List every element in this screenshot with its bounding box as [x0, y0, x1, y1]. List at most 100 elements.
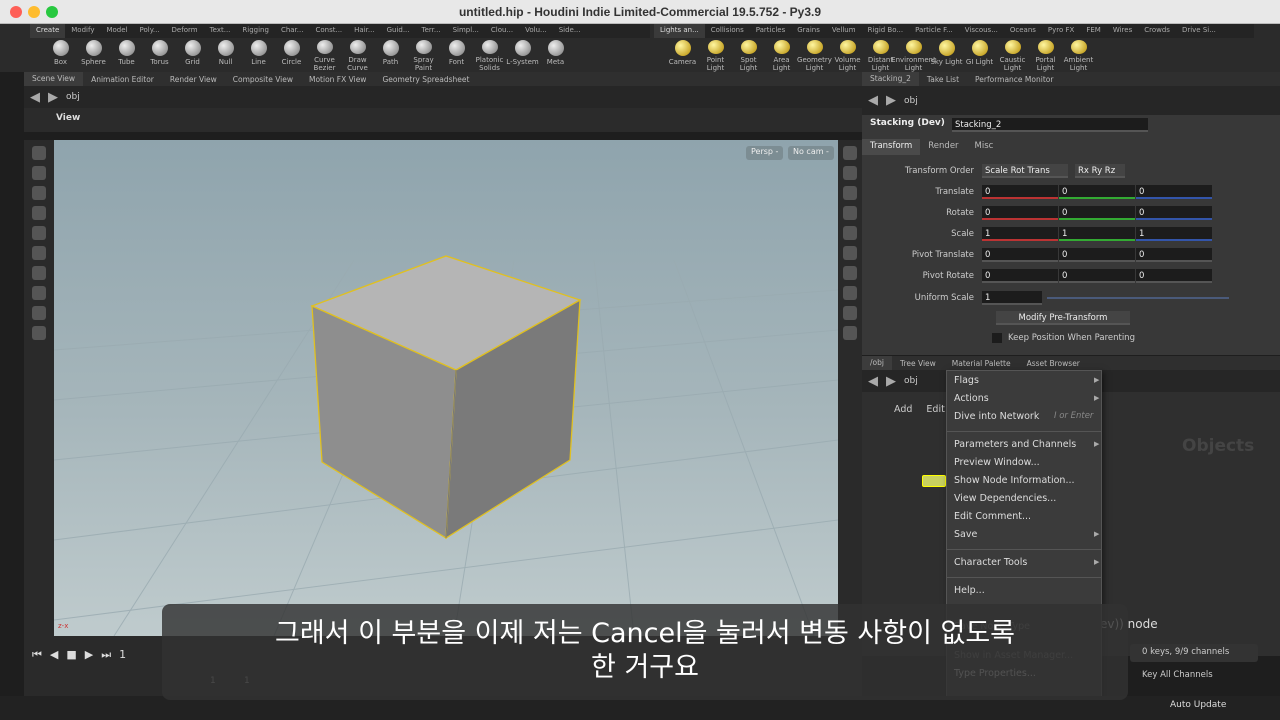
- param-field[interactable]: 0: [1136, 248, 1212, 262]
- shelf-tab-5[interactable]: Text...: [204, 24, 237, 38]
- param-field[interactable]: 1: [982, 227, 1058, 241]
- param-subtab-2[interactable]: Misc: [967, 139, 1002, 155]
- shelf-tab-right-3[interactable]: Grains: [791, 24, 826, 38]
- param-field[interactable]: 0: [1136, 269, 1212, 283]
- back-arrow-icon[interactable]: ◀: [868, 374, 878, 389]
- menu-item-3[interactable]: Parameters and Channels ▶: [954, 439, 1099, 450]
- shelf-tab-right-1[interactable]: Collisions: [705, 24, 750, 38]
- forward-arrow-icon[interactable]: ▶: [48, 90, 58, 105]
- shelf-tool-tools_left-8[interactable]: Curve Bezier: [308, 38, 341, 72]
- param-field[interactable]: 0: [1059, 269, 1135, 283]
- shelf-tool-tools_left-15[interactable]: Meta: [539, 38, 572, 72]
- shelf-tool-tools_right-4[interactable]: Geometry Light: [797, 38, 832, 72]
- param-field[interactable]: 0: [982, 206, 1058, 220]
- shelf-tab-right-8[interactable]: Oceans: [1004, 24, 1042, 38]
- auto-update-select[interactable]: Auto Update: [1170, 700, 1226, 710]
- shelf-tool-tools_right-11[interactable]: Portal Light: [1029, 38, 1062, 72]
- network-tab-0[interactable]: /obj: [862, 356, 892, 370]
- shelf-tool-tools_right-9[interactable]: GI Light: [963, 38, 996, 72]
- shelf-tool-tools_left-0[interactable]: Box: [44, 38, 77, 72]
- menu-item-5[interactable]: Show Node Information...: [954, 475, 1075, 486]
- viewer-tab-3[interactable]: Composite View: [225, 75, 301, 84]
- ghost-icon[interactable]: [843, 246, 857, 260]
- shelf-tab-7[interactable]: Char...: [275, 24, 310, 38]
- normals-icon[interactable]: [843, 286, 857, 300]
- shelf-tool-tools_right-10[interactable]: Caustic Light: [996, 38, 1029, 72]
- shelf-tab-0[interactable]: Create: [30, 24, 66, 38]
- viewer-path[interactable]: obj: [66, 92, 80, 102]
- light-tool-icon[interactable]: [32, 266, 46, 280]
- step-back-icon[interactable]: ◀: [50, 648, 58, 662]
- render-tool-icon[interactable]: [32, 306, 46, 320]
- transform-order-select[interactable]: Scale Rot Trans: [982, 164, 1068, 178]
- viewer-tab-4[interactable]: Motion FX View: [301, 75, 374, 84]
- shelf-tab-right-12[interactable]: Crowds: [1138, 24, 1176, 38]
- lock-icon[interactable]: [843, 186, 857, 200]
- shelf-tab-8[interactable]: Const...: [309, 24, 348, 38]
- shelf-tool-tools_left-7[interactable]: Circle: [275, 38, 308, 72]
- magnet-tool-icon[interactable]: [32, 286, 46, 300]
- uniform-scale-slider[interactable]: [1047, 297, 1229, 299]
- stop-icon[interactable]: ■: [66, 648, 76, 662]
- keep-position-checkbox[interactable]: [992, 333, 1002, 343]
- shelf-tool-tools_right-8[interactable]: Sky Light: [930, 38, 963, 72]
- go-start-icon[interactable]: ⏮: [32, 648, 42, 662]
- shelf-tool-tools_right-7[interactable]: Environment Light: [891, 38, 936, 72]
- param-panel-tab-0[interactable]: Stacking_2: [862, 72, 919, 86]
- menu-item-0[interactable]: Flags ▶: [954, 375, 1099, 386]
- viewer-tab-1[interactable]: Animation Editor: [83, 75, 162, 84]
- shelf-tab-right-11[interactable]: Wires: [1107, 24, 1138, 38]
- select-tool-icon[interactable]: [32, 146, 46, 160]
- param-field[interactable]: 0: [1059, 206, 1135, 220]
- shelf-tool-tools_left-3[interactable]: Torus: [143, 38, 176, 72]
- shelf-tab-4[interactable]: Deform: [166, 24, 204, 38]
- param-field[interactable]: 0: [1059, 185, 1135, 199]
- param-field[interactable]: 0: [982, 185, 1058, 199]
- viewer-tab-0[interactable]: Scene View: [24, 72, 84, 86]
- shelf-tool-tools_right-2[interactable]: Spot Light: [732, 38, 765, 72]
- shelf-tool-tools_right-12[interactable]: Ambient Light: [1062, 38, 1095, 72]
- key-all-channels[interactable]: Key All Channels: [1142, 670, 1213, 680]
- shelf-tool-tools_left-14[interactable]: L-System: [506, 38, 539, 72]
- back-arrow-icon[interactable]: ◀: [868, 93, 878, 108]
- param-panel-tab-2[interactable]: Performance Monitor: [967, 75, 1061, 84]
- menu-item-2[interactable]: Dive into Network I or Enter: [954, 411, 1093, 422]
- param-subtab-1[interactable]: Render: [920, 139, 966, 155]
- param-field[interactable]: 0: [1136, 185, 1212, 199]
- light-bulb-icon[interactable]: [843, 206, 857, 220]
- hull-icon[interactable]: [843, 306, 857, 320]
- menu-item-4[interactable]: Preview Window...: [954, 457, 1040, 468]
- shelf-tab-right-5[interactable]: Rigid Bo...: [862, 24, 910, 38]
- shelf-tool-tools_left-13[interactable]: Platonic Solids: [473, 38, 506, 72]
- display-option-icon[interactable]: [843, 146, 857, 160]
- shelf-tab-right-2[interactable]: Particles: [750, 24, 792, 38]
- shelf-tab-right-10[interactable]: FEM: [1080, 24, 1107, 38]
- snap-tool-icon[interactable]: [32, 246, 46, 260]
- shelf-tool-tools_left-2[interactable]: Tube: [110, 38, 143, 72]
- shelf-tool-tools_left-10[interactable]: Path: [374, 38, 407, 72]
- shelf-tool-tools_right-0[interactable]: Camera: [666, 38, 699, 72]
- menu-item-9[interactable]: Character Tools ▶: [954, 557, 1099, 568]
- shelf-tool-tools_left-4[interactable]: Grid: [176, 38, 209, 72]
- network-tab-1[interactable]: Tree View: [892, 359, 944, 368]
- shelf-tab-3[interactable]: Poly...: [134, 24, 166, 38]
- param-field[interactable]: 0: [1136, 206, 1212, 220]
- menu-item-1[interactable]: Actions ▶: [954, 393, 1099, 404]
- shelf-tab-9[interactable]: Hair...: [348, 24, 380, 38]
- wireframe-icon[interactable]: [843, 166, 857, 180]
- shelf-tab-10[interactable]: Guid...: [381, 24, 416, 38]
- shelf-tab-right-7[interactable]: Viscous...: [959, 24, 1004, 38]
- shelf-tool-tools_right-3[interactable]: Area Light: [765, 38, 798, 72]
- network-path[interactable]: obj: [904, 376, 918, 386]
- shelf-tool-tools_left-9[interactable]: Draw Curve: [341, 38, 374, 72]
- param-panel-tab-1[interactable]: Take List: [919, 75, 967, 84]
- shelf-tool-tools_right-1[interactable]: Point Light: [699, 38, 732, 72]
- menu-item-7[interactable]: Edit Comment...: [954, 511, 1031, 522]
- shelf-tab-12[interactable]: Simpl...: [447, 24, 485, 38]
- shelf-tab-14[interactable]: Volu...: [519, 24, 553, 38]
- viewer-tab-5[interactable]: Geometry Spreadsheet: [374, 75, 477, 84]
- shelf-tab-13[interactable]: Clou...: [485, 24, 519, 38]
- forward-arrow-icon[interactable]: ▶: [886, 93, 896, 108]
- network-tab-3[interactable]: Asset Browser: [1019, 359, 1088, 368]
- shelf-tab-1[interactable]: Modify: [65, 24, 100, 38]
